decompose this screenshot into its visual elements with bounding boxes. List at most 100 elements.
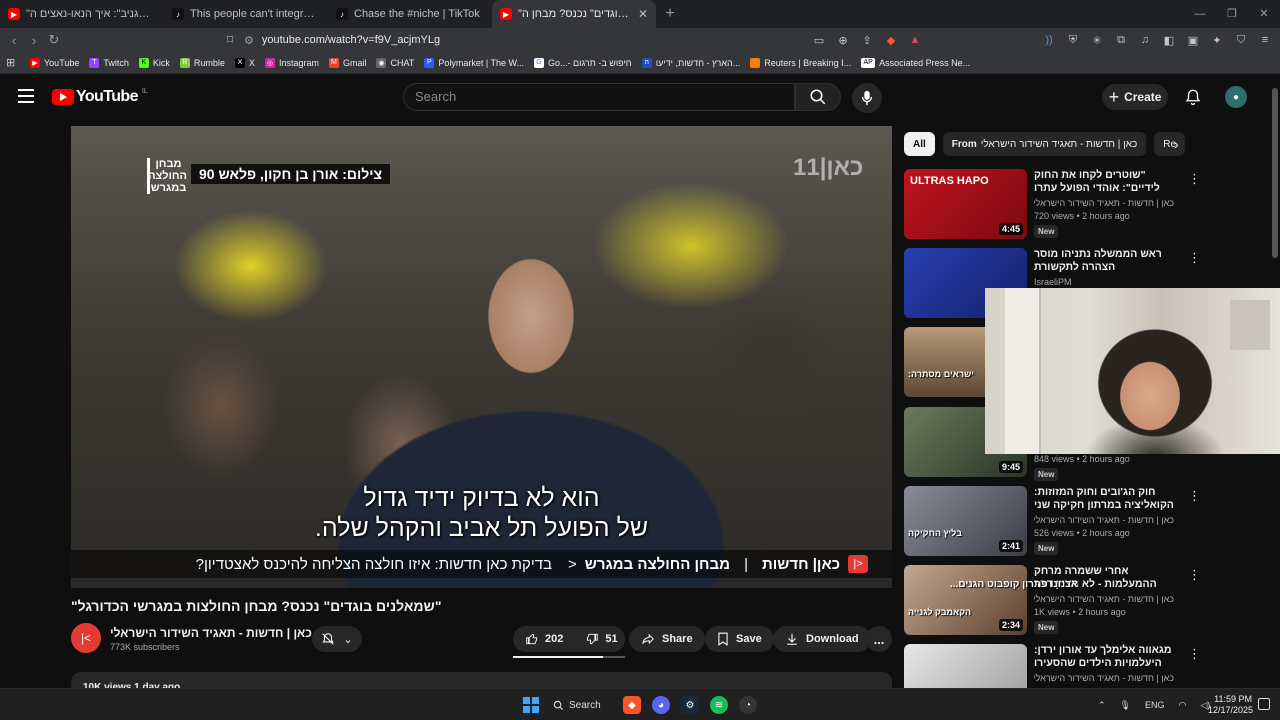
save-button[interactable]: Save <box>705 626 774 652</box>
page-scrollbar[interactable] <box>1272 88 1278 258</box>
video-meta: 526 views • 2 hours ago <box>1034 528 1130 538</box>
browser-tab[interactable]: ♪ This people can't integrate into the w <box>164 0 328 28</box>
more-options-icon[interactable]: ⋮ <box>1188 488 1201 504</box>
microphone-icon[interactable]: 🎙 <box>1120 700 1131 711</box>
bookmark-kick[interactable]: K Kick <box>138 57 170 68</box>
browser-toolbar: ‹ › ↻ ⌑ ⚙ youtube.com/watch?v=f9V_acjmYL… <box>0 28 1280 52</box>
recommended-video[interactable]: הקאמבק לגנייה 2:34 אחרי ששמרה מרחק ההמעל… <box>904 565 1204 635</box>
thumbs-down-icon <box>587 633 599 645</box>
video-duration: 9:45 <box>998 461 1023 473</box>
more-actions-button[interactable]: ... <box>866 626 892 652</box>
more-options-icon[interactable]: ⋮ <box>1188 171 1201 187</box>
more-options-icon[interactable]: ⋮ <box>1188 567 1201 583</box>
chip-related[interactable]: Re <box>1154 132 1186 156</box>
channel-name[interactable]: כאן | חדשות - תאגיד השידור הישראלי <box>110 626 325 640</box>
brave-browser-icon[interactable]: ◆ <box>623 696 641 714</box>
extensions-puzzle-icon[interactable]: ⧉ <box>1114 34 1128 47</box>
chip-from-channel[interactable]: From כאן | חדשות - תאגיד השידור הישראלי <box>942 132 1147 156</box>
media-icon[interactable]: ♫ <box>1138 34 1152 46</box>
minimize-icon[interactable]: — <box>1184 0 1216 28</box>
video-thumbnail[interactable]: ULTRAS HAPO 4:45 <box>904 169 1027 239</box>
wallet-icon[interactable]: ▣ <box>1186 34 1200 47</box>
hamburger-menu-icon[interactable] <box>18 89 34 103</box>
brave-shield-icon[interactable]: ◆ <box>884 34 898 47</box>
share-button[interactable]: Share <box>629 626 705 652</box>
steam-icon[interactable]: ⚙ <box>681 696 699 714</box>
more-options-icon[interactable]: ⋮ <box>1188 250 1201 266</box>
zoom-icon[interactable]: ⊕ <box>836 34 850 47</box>
download-button[interactable]: Download <box>773 626 871 652</box>
sidebar-icon[interactable]: ◧ <box>1162 34 1176 47</box>
menu-icon[interactable]: ≡ <box>1258 34 1272 46</box>
extension-icon[interactable]: ✳ <box>1090 34 1104 47</box>
discord-icon[interactable]: ◕ <box>652 696 670 714</box>
bookmark-rumble[interactable]: R Rumble <box>179 57 225 68</box>
youtube-icon: ▶ <box>30 57 40 68</box>
back-icon[interactable]: ‹ <box>4 33 24 48</box>
like-button[interactable]: 202 <box>525 632 563 646</box>
account-avatar[interactable]: ● <box>1225 86 1247 108</box>
spotify-icon[interactable]: ≋ <box>710 696 728 714</box>
search-input[interactable]: Search <box>403 83 795 111</box>
browser-tab[interactable]: ♪ Chase the #niche | TikTok <box>328 0 492 28</box>
browser-tab[interactable]: ▶ "היטלר היה מגניב": איך הנאו-נאצים ה <box>0 0 164 28</box>
video-title: חוק הג'ובים וחוק המזוזות: הקואליציה במרת… <box>1034 486 1174 511</box>
browser-tab-active[interactable]: ▶ "שמאלנים בוגדים" נכנס? מבחן ה ✕ <box>492 0 656 28</box>
dislike-button[interactable]: 51 <box>585 632 618 646</box>
chevron-up-icon[interactable]: ⌃ <box>1098 700 1106 711</box>
new-tab-button[interactable]: + <box>656 0 684 28</box>
chevron-right-icon[interactable]: › <box>1174 136 1179 152</box>
video-player[interactable]: מבחן החולצה במגרש צילום: אורן בן חקון, פ… <box>71 126 892 588</box>
video-thumbnail[interactable]: בליץ החקיקה 2:41 <box>904 486 1027 556</box>
forward-icon[interactable]: › <box>24 33 44 48</box>
maximize-icon[interactable]: ❐ <box>1216 0 1248 28</box>
share-page-icon[interactable]: ⇪ <box>860 34 874 47</box>
youtube-logo[interactable]: YouTube IL <box>52 88 148 106</box>
notification-settings-button[interactable]: ⌄ <box>312 626 362 652</box>
bookmark-youtube[interactable]: ▶ YouTube <box>30 57 79 68</box>
channel-avatar[interactable]: |< <box>71 623 101 653</box>
cast-icon[interactable]: ▭ <box>812 34 826 47</box>
bookmark-x[interactable]: XX <box>234 57 255 68</box>
clock[interactable]: 11:59 PM 12/17/2025 <box>1208 694 1253 716</box>
wifi-icon[interactable]: ◠ <box>1179 700 1187 711</box>
close-window-icon[interactable]: ✕ <box>1248 0 1280 28</box>
bookmark-polymarket[interactable]: P Polymarket | The W... <box>424 57 524 68</box>
notification-center-icon[interactable] <box>1258 698 1270 710</box>
apps-grid-icon[interactable]: ⊞ <box>6 56 20 69</box>
bookmark-chat[interactable]: ◉ CHAT <box>376 57 414 68</box>
language-indicator[interactable]: ENG <box>1145 700 1165 710</box>
recommended-video[interactable]: מגאווה אלימלך עד אורון ירדן: היעלמויות ה… <box>904 644 1204 688</box>
video-thumbnail[interactable]: הקאמבק לגנייה 2:34 <box>904 565 1027 635</box>
audio-icon[interactable]: )) <box>1042 34 1056 46</box>
recommended-video[interactable]: ULTRAS HAPO 4:45 "שוטרים לקחו את החוק לי… <box>904 169 1204 239</box>
leo-icon[interactable]: ✦ <box>1210 34 1224 47</box>
taskbar-search[interactable]: Search <box>553 694 611 716</box>
video-thumbnail[interactable] <box>904 644 1027 688</box>
bookmark-google-translate[interactable]: G Go...- חיפוש ב- תרגום <box>534 57 632 68</box>
gmail-icon: M <box>328 57 339 68</box>
close-tab-icon[interactable]: ✕ <box>638 7 648 21</box>
bookmark-twitch[interactable]: T Twitch <box>89 57 129 68</box>
bookmark-reuters[interactable]: ◌ Reuters | Breaking I... <box>750 57 851 68</box>
site-info-icon[interactable]: ⚙ <box>244 34 254 47</box>
shield-icon[interactable]: ⛉ <box>1234 34 1248 47</box>
notifications-bell-icon[interactable] <box>1184 88 1202 111</box>
channel-watermark: כאן|11 <box>793 154 864 181</box>
bookmark-haaretz[interactable]: ה הארץ - חדשות, ידיעו... <box>641 57 740 68</box>
voice-search-button[interactable] <box>852 83 882 113</box>
windows-start-icon[interactable] <box>523 697 539 713</box>
recommended-video[interactable]: בליץ החקיקה 2:41 חוק הג'ובים וחוק המזוזו… <box>904 486 1204 556</box>
create-button[interactable]: + Create <box>1102 84 1168 110</box>
more-options-icon[interactable]: ⋮ <box>1188 646 1201 662</box>
bookmark-gmail[interactable]: M Gmail <box>328 57 366 68</box>
vpn-icon[interactable]: ⛨ <box>1066 34 1080 47</box>
app-icon[interactable]: ◔ <box>739 696 757 714</box>
search-button[interactable] <box>795 83 841 111</box>
reload-icon[interactable]: ↻ <box>44 32 64 48</box>
bookmark-ap[interactable]: AP Associated Press Ne... <box>861 57 970 68</box>
brave-rewards-icon[interactable]: ▲ <box>908 34 922 46</box>
tiktok-icon: ♪ <box>336 8 348 20</box>
bookmark-instagram[interactable]: ◎ Instagram <box>264 57 319 68</box>
chip-all[interactable]: All <box>904 132 935 156</box>
